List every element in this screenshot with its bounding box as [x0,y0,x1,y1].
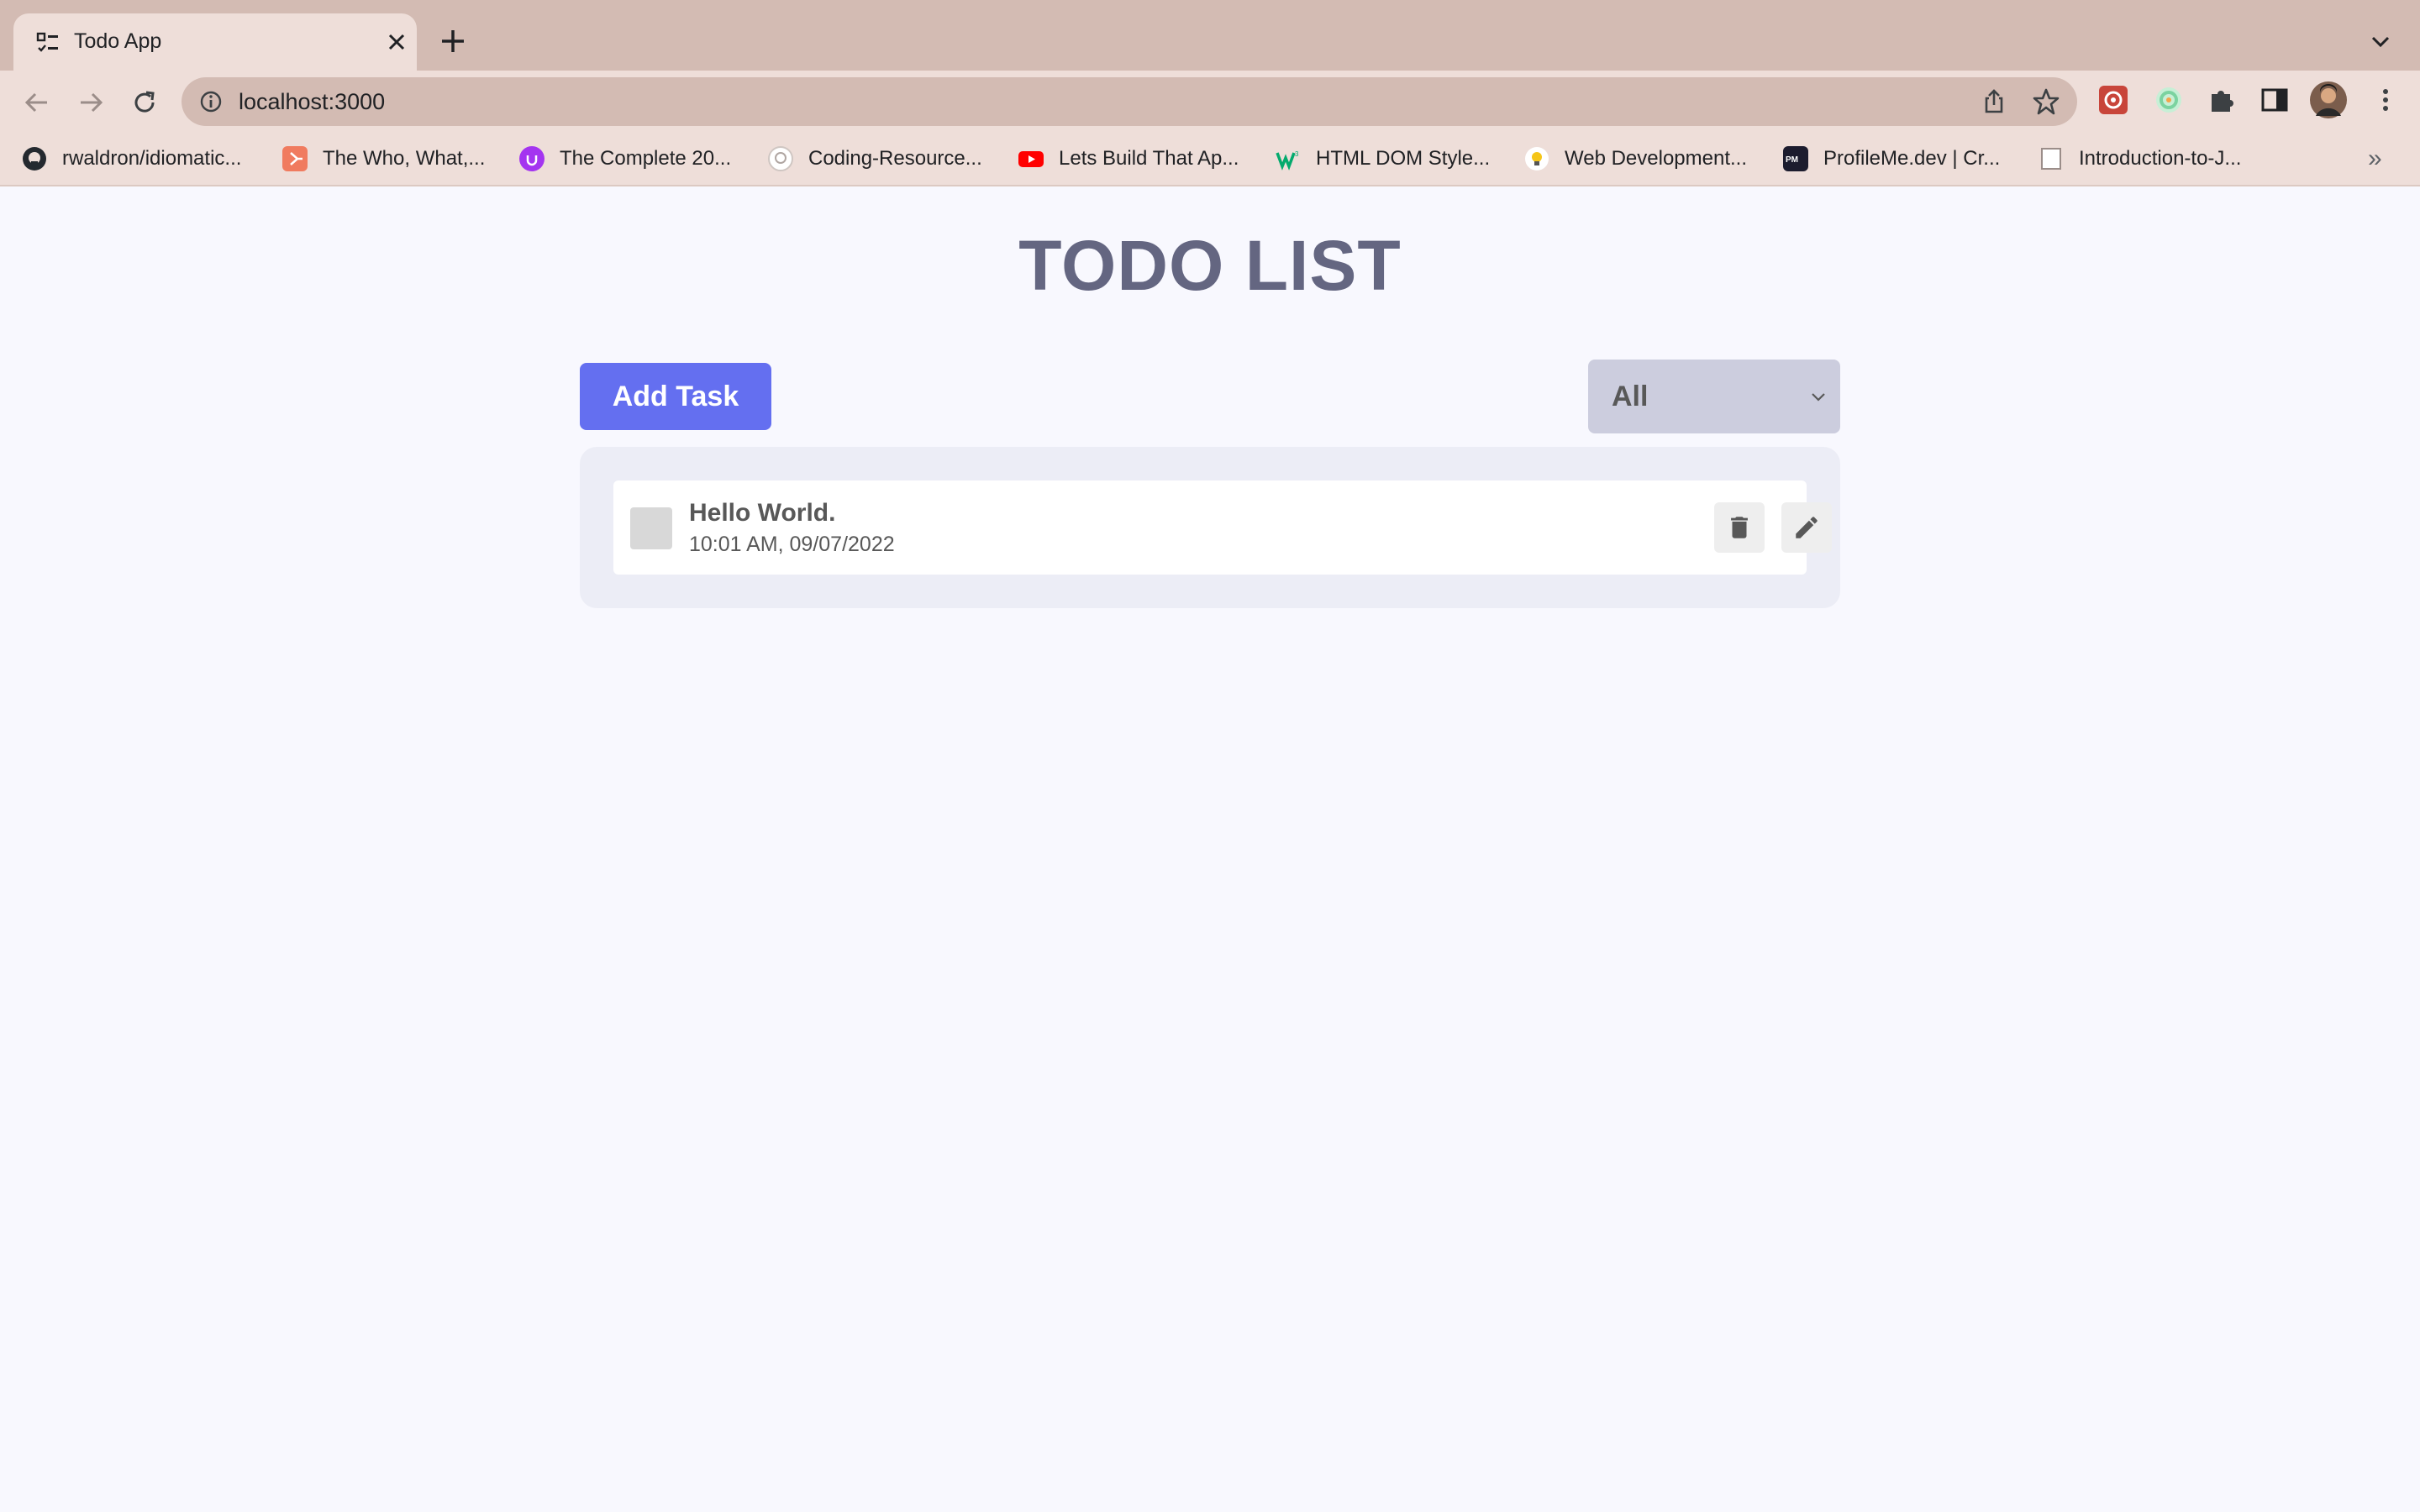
page-title: TODO LIST [1018,226,1402,305]
bookmark-item[interactable]: Coding-Resource... [768,133,982,185]
profile-avatar[interactable] [2309,81,2348,119]
side-panel-icon[interactable] [2259,84,2291,116]
address-bar[interactable]: localhost:3000 [182,77,2077,126]
add-task-button[interactable]: Add Task [580,363,771,430]
extension-green-icon[interactable] [2153,84,2185,116]
bookmark-item[interactable]: rwaldron/idiomatic... [22,133,241,185]
tab-strip: Todo App [0,0,2420,71]
checklist-icon [36,32,58,52]
udemy-icon [519,146,544,171]
todo-item: Hello World. 10:01 AM, 09/07/2022 [613,480,1832,575]
todo-list-panel: Hello World. 10:01 AM, 09/07/2022 [580,447,1840,608]
extension-red-icon[interactable] [2097,84,2129,116]
edit-button[interactable] [1781,502,1832,553]
bookmark-item[interactable]: The Complete 20... [519,133,731,185]
youtube-icon [1018,151,1044,167]
bookmarks-overflow-icon[interactable]: » [2368,144,2382,173]
plus-icon[interactable] [439,27,467,55]
profileme-icon: PM [1783,146,1808,171]
tab-title: Todo App [74,29,162,53]
svg-text:3: 3 [1295,150,1299,158]
blank-page-icon [2041,148,2061,170]
browser-chrome: Todo App localhost:3000 rwaldron/idiomat… [0,0,2420,186]
star-icon[interactable] [2032,87,2060,116]
bookmark-item[interactable]: 3 HTML DOM Style... [1276,133,1490,185]
todo-title: Hello World. [689,499,836,527]
info-icon[interactable] [198,89,224,114]
filter-selected-value: All [1612,381,1649,412]
chevron-down-icon [1812,393,1825,402]
hubspot-icon [282,146,308,171]
pencil-icon [1796,517,1818,538]
close-icon[interactable] [383,29,410,55]
browser-tab[interactable]: Todo App [13,13,417,71]
chevron-down-icon[interactable] [2368,29,2393,54]
svg-text:PM: PM [1786,155,1798,165]
status-filter-select[interactable]: All [1588,360,1840,433]
lightbulb-icon [1525,147,1549,171]
bookmark-item[interactable]: The Who, What,... [282,133,485,185]
github-icon [23,147,46,171]
bookmark-item[interactable]: PM ProfileMe.dev | Cr... [1783,133,2000,185]
trash-icon [1731,517,1748,538]
github-icon [768,146,793,171]
back-arrow-icon[interactable] [22,87,52,118]
bookmark-item[interactable]: Introduction-to-J... [2039,133,2241,185]
browser-toolbar: localhost:3000 [0,71,2420,133]
url-text: localhost:3000 [239,89,386,114]
bookmarks-bar: rwaldron/idiomatic... The Who, What,... … [0,133,2420,186]
share-icon[interactable] [1980,87,2008,116]
todo-checkbox[interactable] [630,507,672,549]
bookmark-item[interactable]: Lets Build That Ap... [1018,133,1239,185]
reload-icon[interactable] [129,87,160,118]
todo-timestamp: 10:01 AM, 09/07/2022 [689,533,895,556]
more-vertical-icon[interactable] [2370,84,2402,116]
bookmark-item[interactable]: Web Development... [1524,133,1747,185]
w3schools-icon: 3 [1276,150,1299,171]
forward-arrow-icon[interactable] [76,87,106,118]
delete-button[interactable] [1714,502,1765,553]
puzzle-icon[interactable] [2207,84,2238,116]
